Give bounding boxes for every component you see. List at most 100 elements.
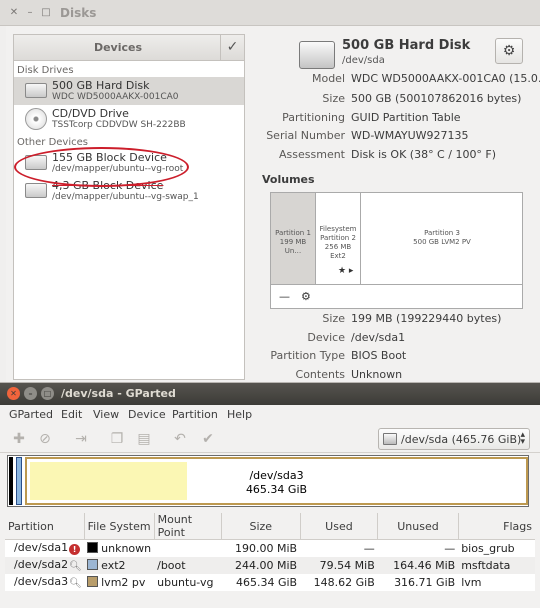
fs-name: ext2	[101, 558, 126, 572]
col-size[interactable]: Size	[221, 513, 301, 540]
volume-partition-2[interactable]: Filesystem Partition 2 256 MB Ext2 ★ ▸	[316, 193, 361, 284]
volume-label: Partition 1	[275, 229, 311, 237]
drive-name: CD/DVD Drive	[52, 107, 129, 120]
partition-name: /dev/sda3	[14, 575, 69, 588]
disk-details-pane: 500 GB Hard Disk /dev/sda ⚙ Model WDC WD…	[255, 34, 540, 400]
minimize-icon[interactable]: –	[24, 387, 37, 400]
volumes-map: Partition 1 199 MB Un… Filesystem Partitio…	[270, 192, 523, 309]
prop-key: Device	[307, 331, 345, 344]
volume-partition-3[interactable]: Partition 3 500 GB LVM2 PV	[361, 193, 523, 284]
col-unused[interactable]: Unused	[377, 513, 459, 540]
prop-value: WDC WD5000AAKX-001CA0 (15.0…	[351, 72, 540, 85]
prop-value: GUID Partition Table	[351, 111, 461, 124]
prop-key: Size	[322, 312, 345, 325]
cell-partition: /dev/sda1!	[5, 539, 85, 557]
device-select[interactable]: /dev/sda (465.76 GiB) ▴ ▾	[378, 428, 530, 450]
new-partition-icon[interactable]: ✚	[11, 431, 27, 447]
undo-icon[interactable]: ↶	[172, 431, 188, 447]
visual-sda1[interactable]	[9, 457, 13, 505]
star-icon: ★ ▸	[338, 266, 354, 276]
hard-disk-icon	[383, 433, 397, 445]
prop-value: BIOS Boot	[351, 349, 407, 362]
cell-partition: /dev/sda2🔍︎	[5, 556, 85, 574]
volume-label: Partition 2	[320, 234, 356, 242]
hard-disk-icon	[299, 41, 335, 69]
cell-flags: lvm	[458, 573, 535, 591]
prop-value: WD-WMAYUW927135	[351, 129, 469, 142]
prop-key: Model	[311, 72, 345, 85]
col-mountpoint[interactable]: Mount Point	[154, 513, 222, 540]
volume-toolbar: — ⚙	[271, 284, 522, 309]
gparted-title: /dev/sda - GParted	[61, 387, 176, 400]
menu-help[interactable]: Help	[227, 408, 252, 421]
device-path: /dev/mapper/ubuntu--vg-swap_1	[52, 192, 199, 202]
prop-key: Partition Type	[270, 349, 345, 362]
close-icon[interactable]: ✕	[7, 387, 20, 400]
menu-partition[interactable]: Partition	[172, 408, 218, 421]
menu-gparted[interactable]: GParted	[9, 408, 53, 421]
section-other-devices: Other Devices	[17, 137, 88, 148]
fs-color-swatch	[87, 541, 99, 553]
visual-sda3-size: 465.34 GiB	[245, 483, 308, 496]
gparted-window: ✕ – □ /dev/sda - GParted GParted Edit Vi…	[0, 382, 540, 608]
cell-unused: 316.71 GiB	[377, 573, 459, 591]
volume-label: 199 MB Un…	[279, 238, 307, 255]
cell-unused: —	[377, 539, 459, 557]
prop-key: Assessment	[279, 148, 345, 161]
copy-icon[interactable]: ❐	[109, 431, 125, 447]
fs-color-swatch	[87, 558, 99, 570]
disks-window: ✕ – □ Disks Devices ✓ Disk Drives 500 GB…	[0, 0, 540, 400]
volume-partition-1[interactable]: Partition 1 199 MB Un…	[271, 193, 316, 284]
partition-name: /dev/sda1	[14, 541, 69, 555]
prop-value: 500 GB (500107862016 bytes)	[351, 92, 522, 105]
drive-model: TSSTcorp CDDVDW SH-222BB	[52, 120, 186, 130]
menu-device[interactable]: Device	[128, 408, 166, 421]
key-icon: 🔍︎	[69, 561, 82, 572]
col-used[interactable]: Used	[300, 513, 379, 540]
background-strip	[0, 0, 6, 400]
block-device-icon	[25, 183, 47, 198]
drive-model: WDC WD5000AAKX-001CA0	[52, 92, 179, 102]
close-icon[interactable]: ✕	[8, 7, 20, 19]
menu-view[interactable]: View	[93, 408, 119, 421]
minus-icon[interactable]: —	[279, 290, 290, 303]
devices-header-label: Devices	[93, 41, 143, 54]
minimize-icon[interactable]: –	[24, 7, 36, 19]
hard-disk-icon	[25, 83, 47, 98]
cell-flags: bios_grub	[458, 539, 535, 557]
fs-name: lvm2 pv	[101, 575, 146, 589]
gears-icon[interactable]: ⚙	[301, 290, 311, 303]
visual-sda2[interactable]	[16, 457, 22, 505]
maximize-icon[interactable]: □	[40, 7, 52, 19]
apply-icon[interactable]: ✔	[200, 431, 216, 447]
delete-icon[interactable]: ⊘	[37, 431, 53, 447]
col-flags[interactable]: Flags	[458, 513, 535, 540]
col-partition[interactable]: Partition	[5, 513, 85, 540]
prop-value: Disk is OK (38° C / 100° F)	[351, 148, 497, 161]
drive-item-cdrom[interactable]: CD/DVD Drive TSSTcorp CDDVDW SH-222BB	[14, 105, 244, 133]
resize-move-icon[interactable]: ⇥	[73, 431, 89, 447]
cell-filesystem: ext2	[84, 556, 155, 574]
prop-key: Serial Number	[266, 129, 345, 142]
prop-key: Size	[322, 92, 345, 105]
prop-value: /dev/sda1	[351, 331, 406, 344]
volume-label: Filesystem	[319, 225, 357, 233]
cell-size: 190.00 MiB	[221, 539, 301, 557]
table-row[interactable]: /dev/sda2🔍︎ ext2 /boot 244.00 MiB 79.54 …	[5, 556, 535, 574]
disks-title: Disks	[60, 6, 97, 20]
table-row[interactable]: /dev/sda1! unknown 190.00 MiB — — bios_g…	[5, 539, 535, 557]
paste-icon[interactable]: ▤	[136, 431, 152, 447]
visual-sda3[interactable]: /dev/sda3 465.34 GiB	[25, 457, 528, 505]
gear-icon[interactable]: ⚙	[495, 38, 523, 64]
cell-size: 465.34 GiB	[221, 573, 301, 591]
highlight-annotation	[14, 147, 189, 187]
maximize-icon[interactable]: □	[41, 387, 54, 400]
disk-title: 500 GB Hard Disk	[342, 38, 471, 53]
check-icon[interactable]: ✓	[220, 35, 244, 60]
col-filesystem[interactable]: File System	[84, 513, 155, 540]
drive-item-hdd[interactable]: 500 GB Hard Disk WDC WD5000AAKX-001CA0	[14, 77, 244, 105]
cell-partition: /dev/sda3🔍︎	[5, 573, 85, 591]
table-row[interactable]: /dev/sda3🔍︎ lvm2 pv ubuntu-vg 465.34 GiB…	[5, 573, 535, 591]
devices-pane: Devices ✓ Disk Drives 500 GB Hard Disk W…	[13, 34, 245, 380]
menu-edit[interactable]: Edit	[61, 408, 82, 421]
